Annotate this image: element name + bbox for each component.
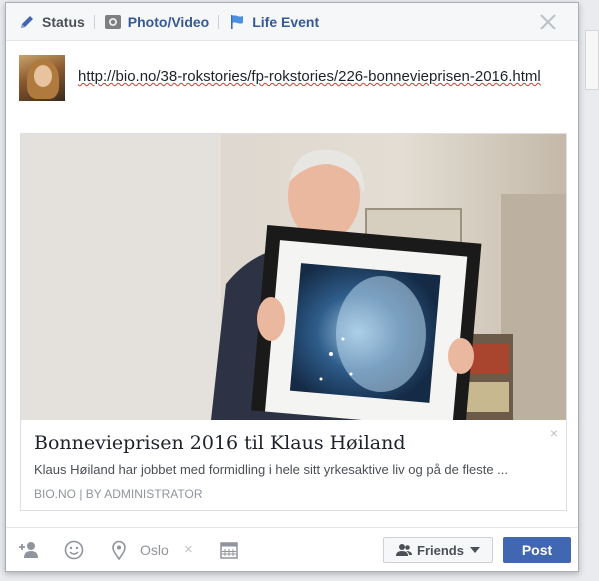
tab-status-label: Status bbox=[42, 13, 85, 30]
link-preview-body: Bonnevieprisen 2016 til Klaus Høiland Kl… bbox=[34, 430, 553, 501]
location-value: Oslo bbox=[140, 542, 169, 558]
tab-life-event[interactable]: Life Event bbox=[228, 3, 319, 41]
tab-divider bbox=[218, 14, 220, 29]
avatar bbox=[19, 55, 65, 101]
flag-icon bbox=[228, 13, 246, 31]
link-preview-image bbox=[21, 134, 566, 420]
tab-photo-video-label: Photo/Video bbox=[127, 13, 210, 30]
link-preview-description: Klaus Høiland har jobbet med formidling … bbox=[34, 462, 509, 477]
friends-icon bbox=[396, 543, 413, 557]
camera-icon bbox=[104, 13, 122, 31]
composer-area: http://bio.no/38-rokstories/fp-rokstorie… bbox=[19, 55, 568, 103]
link-preview-title[interactable]: Bonnevieprisen 2016 til Klaus Høiland bbox=[34, 430, 553, 456]
audience-label: Friends bbox=[417, 542, 464, 558]
tab-photo-video[interactable]: Photo/Video bbox=[104, 3, 209, 41]
tab-life-event-label: Life Event bbox=[252, 13, 320, 30]
remove-location-icon[interactable]: × bbox=[184, 541, 193, 558]
background-scrollbar bbox=[585, 30, 599, 90]
composer-tabbar: Status Photo/Video Life Event bbox=[6, 3, 578, 41]
location-pin-icon[interactable] bbox=[108, 539, 130, 561]
feeling-icon[interactable] bbox=[63, 539, 85, 561]
post-button[interactable]: Post bbox=[503, 537, 571, 563]
tab-status[interactable]: Status bbox=[18, 3, 85, 41]
link-preview-source: BIO.NO | BY ADMINISTRATOR bbox=[34, 487, 203, 501]
composer-footer: Oslo × Friends Post bbox=[6, 527, 578, 571]
close-icon[interactable] bbox=[538, 12, 558, 32]
tag-friends-icon[interactable] bbox=[18, 539, 40, 561]
chevron-down-icon bbox=[469, 547, 480, 553]
calendar-icon[interactable] bbox=[218, 539, 240, 561]
create-post-dialog: Status Photo/Video Life Event http://bio… bbox=[5, 2, 579, 572]
link-preview-card[interactable]: × Bonnevieprisen 2016 til Klaus Høiland … bbox=[20, 133, 567, 511]
post-text-input[interactable]: http://bio.no/38-rokstories/fp-rokstorie… bbox=[78, 68, 541, 85]
audience-selector-button[interactable]: Friends bbox=[383, 537, 493, 563]
pencil-icon bbox=[18, 13, 36, 31]
tab-divider bbox=[93, 14, 95, 29]
